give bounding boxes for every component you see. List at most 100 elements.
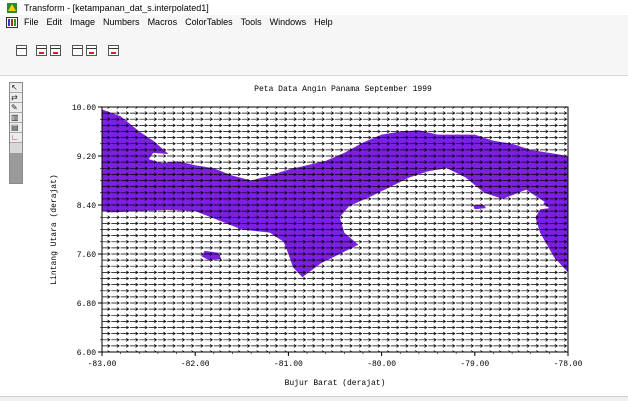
wind-vector <box>446 264 456 268</box>
wind-vector <box>549 264 558 268</box>
wind-vector <box>428 282 437 287</box>
wind-vector <box>418 331 428 336</box>
menu-edit[interactable]: Edit <box>47 17 63 27</box>
menu-macros[interactable]: Macros <box>148 17 178 27</box>
wind-vector <box>139 215 148 220</box>
wind-vector <box>344 289 353 293</box>
wind-vector <box>456 252 465 256</box>
wind-vector <box>297 154 307 158</box>
wind-vector <box>437 325 447 330</box>
y-tick-label: 8.40 <box>77 202 96 211</box>
wind-vector <box>372 240 381 244</box>
wind-vector <box>102 258 111 262</box>
menu-tools[interactable]: Tools <box>241 17 262 27</box>
wind-vector <box>400 344 409 348</box>
wind-vector <box>502 246 512 250</box>
menu-colortables[interactable]: ColorTables <box>185 17 233 27</box>
menu-windows[interactable]: Windows <box>270 17 307 27</box>
wind-vector <box>390 282 400 287</box>
wind-vector <box>540 289 549 293</box>
wind-vector <box>502 111 512 115</box>
wind-vector <box>204 129 214 134</box>
wind-vector <box>260 246 270 250</box>
zoom-icon[interactable]: ⇄ <box>10 93 22 103</box>
image-icon[interactable] <box>72 45 83 56</box>
table-icon[interactable] <box>36 45 47 56</box>
layers-icon[interactable]: ▤ <box>10 123 22 133</box>
menu-file[interactable]: File <box>24 17 39 27</box>
wind-vector <box>372 215 381 220</box>
wind-vector <box>204 338 214 342</box>
wind-vector <box>130 307 139 311</box>
wind-vector <box>456 301 465 305</box>
wind-vector <box>484 331 493 336</box>
menu-help[interactable]: Help <box>314 17 333 27</box>
wind-vector <box>428 276 437 281</box>
wind-vector <box>130 276 139 281</box>
column-table-icon[interactable] <box>50 45 61 56</box>
wind-vector <box>521 325 530 330</box>
wind-vector <box>493 203 503 207</box>
plot-window[interactable]: -83.00 -82.00 -81.00 -80.00 -79.00 -78.00 10.0… <box>30 76 628 396</box>
wind-vector <box>297 129 307 134</box>
wind-vector <box>502 301 512 305</box>
wind-vector <box>213 240 223 244</box>
profile-icon[interactable]: ▥ <box>10 113 22 123</box>
wind-vector <box>325 141 335 146</box>
wind-vector <box>316 276 325 281</box>
wind-vector <box>195 240 204 244</box>
wind-vector <box>484 209 493 213</box>
wind-vector <box>549 295 558 299</box>
wind-vector <box>530 295 540 299</box>
wind-vector <box>251 160 260 164</box>
pencil-icon[interactable]: ✎ <box>10 103 22 113</box>
wind-vector <box>269 325 279 330</box>
wind-vector <box>465 313 475 318</box>
wind-vector <box>372 319 381 324</box>
wind-vector <box>260 129 270 134</box>
wind-vector <box>204 301 214 305</box>
axis-plot-icon[interactable]: ∟ <box>10 133 22 143</box>
menu-numbers[interactable]: Numbers <box>103 17 140 27</box>
wind-vector <box>353 270 363 275</box>
wind-vector <box>288 160 297 164</box>
wind-vector <box>167 129 176 134</box>
wind-vector <box>456 123 465 128</box>
wind-vector <box>335 301 344 305</box>
wind-vector <box>474 289 484 293</box>
wind-vector <box>484 282 493 287</box>
wind-vector <box>512 282 521 287</box>
wind-vector <box>474 197 484 201</box>
wind-vector <box>130 240 139 244</box>
image-window-icon[interactable] <box>6 16 18 28</box>
wind-vector <box>344 319 353 324</box>
wind-vector <box>409 301 419 305</box>
plot-axes-icon[interactable] <box>16 45 27 56</box>
wind-vector <box>353 331 363 336</box>
window-icon[interactable] <box>108 45 119 56</box>
sub-table-icon[interactable] <box>86 45 97 56</box>
wind-vector <box>409 331 419 336</box>
toolbar <box>0 29 628 76</box>
wind-vector <box>232 172 242 177</box>
wind-vector <box>176 117 186 121</box>
arrow-pointer-icon[interactable]: ↖ <box>10 83 22 93</box>
wind-vector <box>344 141 353 146</box>
wind-vector <box>139 295 148 299</box>
wind-vector <box>316 154 325 158</box>
wind-vector <box>325 264 335 268</box>
wind-vector <box>353 276 363 281</box>
wind-vector <box>521 111 530 115</box>
wind-vector <box>102 276 111 281</box>
wind-vector <box>512 221 521 226</box>
wind-vector <box>456 344 465 348</box>
wind-vector <box>428 295 437 299</box>
wind-vector <box>185 301 195 305</box>
wind-vector <box>102 227 111 232</box>
wind-vector <box>484 295 493 299</box>
menu-image[interactable]: Image <box>70 17 95 27</box>
wind-vector <box>335 258 344 262</box>
wind-vector <box>446 240 456 244</box>
wind-vector <box>316 307 325 311</box>
wind-vector <box>269 258 279 262</box>
